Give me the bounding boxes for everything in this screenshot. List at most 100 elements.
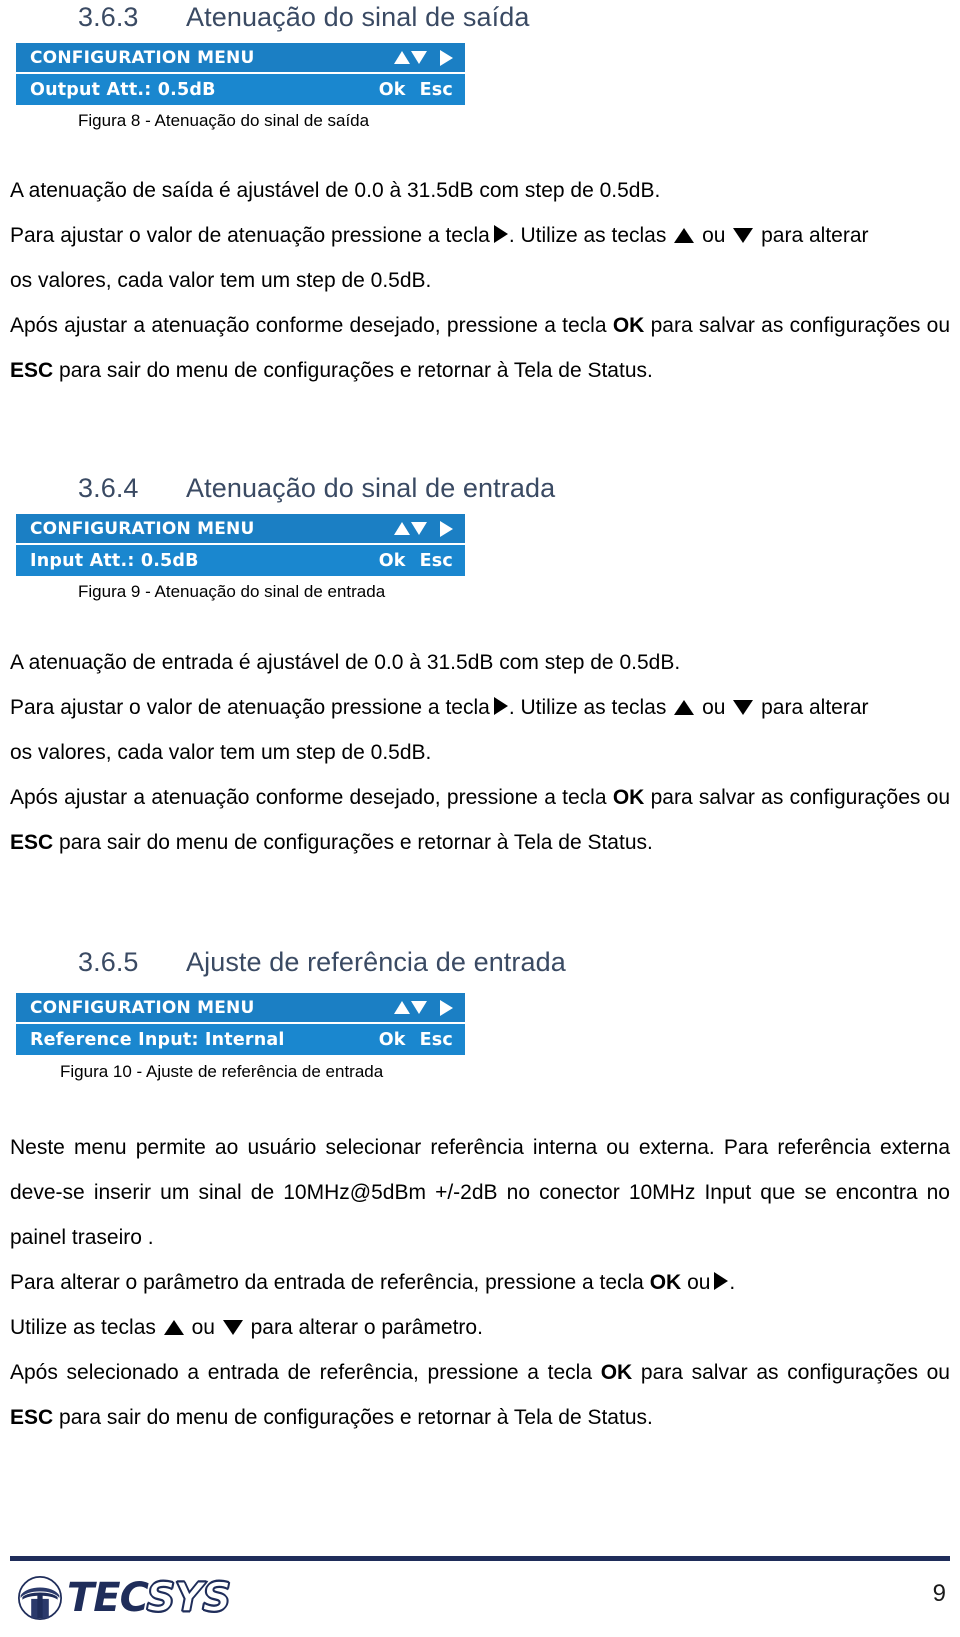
text-run: Após selecionado a entrada de referência…	[10, 1361, 593, 1384]
lcd-esc-key: Esc	[419, 550, 453, 571]
triangle-right-icon	[714, 1272, 729, 1290]
lcd-title-row: CONFIGURATION MENU	[16, 43, 465, 72]
paragraph-365-4: Após selecionado a entrada de referência…	[10, 1350, 950, 1440]
lcd-title-row: CONFIGURATION MENU	[16, 993, 465, 1022]
paragraph-365-2: Para alterar o parâmetro da entrada de r…	[10, 1260, 950, 1305]
text-run: ou	[687, 1271, 711, 1294]
key-label-esc: ESC	[10, 831, 54, 854]
section-heading-365: 3.6.5 Ajuste de referência de entrada	[78, 947, 566, 978]
lcd-value-text: Reference Input: Internal	[30, 1029, 285, 1050]
paragraph-365-3: Utilize as teclas ou para alterar o parâ…	[10, 1305, 950, 1350]
text-run: . Utilize as teclas	[508, 696, 667, 719]
key-label-esc: ESC	[10, 359, 54, 382]
text-run: . Utilize as teclas	[508, 224, 667, 247]
triangle-right-icon	[440, 520, 453, 537]
text-run: ou	[702, 224, 726, 247]
lcd-esc-key: Esc	[419, 79, 453, 100]
text-run: ou	[191, 1316, 215, 1339]
text-run: ou	[702, 696, 726, 719]
triangle-up-icon	[674, 228, 695, 243]
paragraph-365-1: Neste menu permite ao usuário selecionar…	[10, 1136, 950, 1249]
triangle-down-icon	[411, 51, 427, 64]
page-number: 9	[932, 1580, 946, 1607]
section-number: 3.6.3	[78, 2, 139, 32]
text-run: para salvar as configurações ou	[650, 786, 951, 809]
lcd-value-text: Input Att.: 0.5dB	[30, 550, 199, 571]
text-run: Para ajustar o valor de atenuação pressi…	[10, 224, 490, 247]
text-run: Após ajustar a atenuação conforme deseja…	[10, 314, 607, 337]
lcd-title-row: CONFIGURATION MENU	[16, 514, 465, 543]
updown-pair	[394, 1001, 427, 1014]
lcd-softkeys: Ok Esc	[379, 1030, 453, 1050]
triangle-up-icon	[394, 1001, 410, 1014]
paragraph-364-4: Após ajustar a atenuação conforme deseja…	[10, 775, 950, 865]
triangle-down-icon	[733, 700, 754, 715]
lcd-display-figure-8: CONFIGURATION MENU Output Att.: 0.5dB Ok…	[16, 40, 465, 109]
paragraph-364-3: os valores, cada valor tem um step de 0.…	[10, 741, 432, 764]
lcd-ok-key: Ok	[378, 1029, 406, 1050]
updown-pair	[394, 51, 427, 64]
lcd-softkeys: Ok Esc	[379, 551, 453, 571]
triangle-right-icon	[440, 999, 453, 1016]
lcd-display-figure-9: CONFIGURATION MENU Input Att.: 0.5dB Ok …	[16, 511, 465, 580]
section-heading-364: 3.6.4 Atenuação do sinal de entrada	[78, 473, 555, 504]
lcd-nav-icons	[394, 520, 453, 537]
lcd-value-row: Input Att.: 0.5dB Ok Esc	[16, 545, 465, 576]
section-title: Atenuação do sinal de saída	[186, 2, 530, 32]
text-run: Após ajustar a atenuação conforme deseja…	[10, 786, 607, 809]
text-run: para sair do menu de configurações e ret…	[59, 831, 653, 854]
triangle-down-icon	[222, 1320, 243, 1335]
tecsys-logo: TECSYS	[18, 1572, 232, 1624]
text-run: para alterar	[761, 224, 869, 247]
lcd-value-row: Output Att.: 0.5dB Ok Esc	[16, 74, 465, 105]
triangle-down-icon	[411, 1001, 427, 1014]
paragraph-364-2: Para ajustar o valor de atenuação pressi…	[10, 685, 950, 730]
lcd-value-text: Output Att.: 0.5dB	[30, 79, 216, 100]
figure-caption-9: Figura 9 - Atenuação do sinal de entrada	[78, 582, 386, 601]
triangle-right-icon	[493, 697, 508, 715]
lcd-value-row: Reference Input: Internal Ok Esc	[16, 1024, 465, 1055]
text-run: para sair do menu de configurações e ret…	[59, 359, 653, 382]
lcd-nav-icons	[394, 49, 453, 66]
text-run: para sair do menu de configurações e ret…	[59, 1406, 653, 1429]
text-run: para alterar	[761, 696, 869, 719]
text-run: para salvar as configurações ou	[640, 1361, 950, 1384]
figure-caption-10: Figura 10 - Ajuste de referência de entr…	[60, 1062, 384, 1081]
paragraph-363-2: Para ajustar o valor de atenuação pressi…	[10, 213, 950, 258]
figure-caption-8: Figura 8 - Atenuação do sinal de saída	[78, 111, 370, 130]
lcd-ok-key: Ok	[378, 79, 406, 100]
text-run: Utilize as teclas	[10, 1316, 156, 1339]
triangle-right-icon	[493, 225, 508, 243]
triangle-up-icon	[394, 51, 410, 64]
updown-pair	[394, 522, 427, 535]
section-title: Atenuação do sinal de entrada	[186, 473, 556, 503]
lcd-softkeys: Ok Esc	[379, 80, 453, 100]
logo-text-tec: TEC	[67, 1575, 148, 1621]
triangle-right-icon	[440, 49, 453, 66]
text-run: .	[729, 1271, 736, 1294]
triangle-up-icon	[674, 700, 695, 715]
triangle-up-icon	[163, 1320, 184, 1335]
lcd-menu-title: CONFIGURATION MENU	[30, 47, 255, 68]
lcd-ok-key: Ok	[378, 550, 406, 571]
key-label-esc: ESC	[10, 1406, 54, 1429]
tecsys-emblem-icon	[18, 1576, 62, 1620]
tecsys-wordmark: TECSYS	[67, 1575, 232, 1621]
paragraph-363-4: Após ajustar a atenuação conforme deseja…	[10, 303, 950, 393]
lcd-menu-title: CONFIGURATION MENU	[30, 997, 255, 1018]
text-run: para alterar o parâmetro.	[250, 1316, 483, 1339]
key-label-ok: OK	[612, 314, 645, 337]
key-label-ok: OK	[612, 786, 645, 809]
section-heading-363: 3.6.3 Atenuação do sinal de saída	[78, 2, 529, 33]
section-title: Ajuste de referência de entrada	[186, 947, 566, 977]
key-label-ok: OK	[600, 1361, 633, 1384]
paragraph-363-1: A atenuação de saída é ajustável de 0.0 …	[10, 179, 661, 202]
paragraph-363-3: os valores, cada valor tem um step de 0.…	[10, 269, 432, 292]
document-page: 3.6.3 Atenuação do sinal de saída CONFIG…	[0, 0, 960, 1637]
key-label-ok: OK	[649, 1271, 682, 1294]
triangle-down-icon	[411, 522, 427, 535]
lcd-nav-icons	[394, 999, 453, 1016]
paragraph-364-1: A atenuação de entrada é ajustável de 0.…	[10, 651, 681, 674]
section-number: 3.6.5	[78, 947, 139, 977]
triangle-up-icon	[394, 522, 410, 535]
